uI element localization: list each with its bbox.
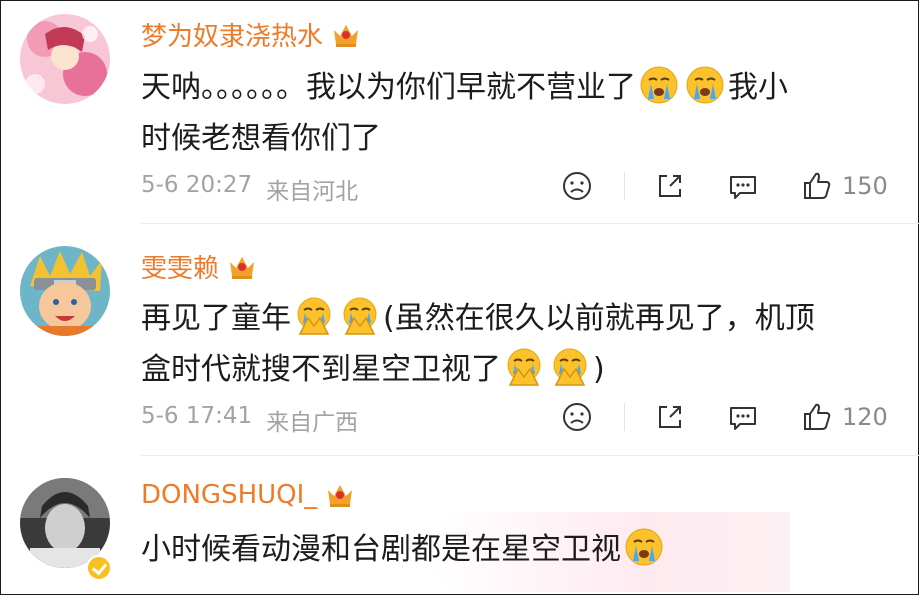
- share-button[interactable]: [653, 397, 687, 437]
- comment-meta: 5-6 20:27 来自河北: [141, 172, 358, 206]
- avatar[interactable]: [20, 14, 110, 104]
- comment-line: 再见了童年: [141, 301, 291, 336]
- location: 来自广西: [266, 410, 359, 436]
- avatar[interactable]: [20, 246, 110, 336]
- comment-line: 小时候看动漫和台剧都是在星空卫视: [141, 532, 621, 567]
- comment-text: 天呐。。。。。。我以为你们早就不营业了 我小 时候老想看你们了: [141, 62, 881, 164]
- comment-line: 盒时代就搜不到星空卫视了: [141, 352, 501, 387]
- action-bar: 120: [560, 397, 900, 437]
- tearful-praying-emoji-icon: [550, 347, 590, 387]
- timestamp: 5-6 20:27: [141, 172, 253, 198]
- like-button[interactable]: 120: [800, 397, 888, 437]
- comment-divider: [141, 455, 921, 456]
- crying-face-emoji-icon: [685, 65, 725, 105]
- username-text[interactable]: 梦为奴隶浇热水: [141, 16, 323, 53]
- share-icon: [653, 400, 687, 434]
- crown-icon: [227, 253, 257, 281]
- username[interactable]: 雯雯赖: [141, 248, 257, 285]
- timestamp: 5-6 17:41: [141, 403, 253, 429]
- dislike-button[interactable]: [560, 166, 594, 206]
- comment-divider: [141, 223, 921, 224]
- location: 来自河北: [266, 179, 359, 205]
- comment-button[interactable]: [726, 166, 760, 206]
- action-bar: 150: [560, 166, 900, 206]
- like-count: 120: [842, 403, 888, 431]
- thumbs-up-icon: [800, 169, 834, 203]
- crying-face-emoji-icon: [624, 527, 664, 567]
- crown-icon: [325, 481, 355, 509]
- comment-line: 天呐。。。。。。我以为你们早就不营业了: [141, 70, 636, 105]
- comment-text: 再见了童年 (虽然在很久以前就再见了，机顶 盒时代就搜不到星空卫视了): [141, 293, 881, 395]
- like-button[interactable]: 150: [800, 166, 888, 206]
- username-text[interactable]: DONGSHUQI_: [141, 480, 317, 510]
- comment-line-tail: 我小: [728, 70, 788, 105]
- crying-face-emoji-icon: [639, 65, 679, 105]
- comment-text: 小时候看动漫和台剧都是在星空卫视: [141, 524, 881, 575]
- comment-line-tail: ): [593, 352, 605, 387]
- frown-face-icon: [560, 169, 594, 203]
- share-button[interactable]: [653, 166, 687, 206]
- tearful-praying-emoji-icon: [504, 347, 544, 387]
- comment-icon: [726, 169, 760, 203]
- username[interactable]: 梦为奴隶浇热水: [141, 16, 361, 53]
- divider: [624, 403, 625, 431]
- comment-meta: 5-6 17:41 来自广西: [141, 403, 358, 437]
- tearful-praying-emoji-icon: [294, 296, 334, 336]
- verified-badge-icon: [86, 555, 112, 581]
- like-count: 150: [842, 172, 888, 200]
- crown-icon: [331, 21, 361, 49]
- comment-button[interactable]: [726, 397, 760, 437]
- dislike-button[interactable]: [560, 397, 594, 437]
- frown-face-icon: [560, 400, 594, 434]
- comment-line: (虽然在很久以前就再见了，机顶: [383, 301, 815, 336]
- share-icon: [653, 169, 687, 203]
- comment-line: 时候老想看你们了: [141, 121, 381, 156]
- tearful-praying-emoji-icon: [340, 296, 380, 336]
- username[interactable]: DONGSHUQI_: [141, 480, 355, 510]
- username-text[interactable]: 雯雯赖: [141, 248, 219, 285]
- divider: [624, 172, 625, 200]
- thumbs-up-icon: [800, 400, 834, 434]
- comment-icon: [726, 400, 760, 434]
